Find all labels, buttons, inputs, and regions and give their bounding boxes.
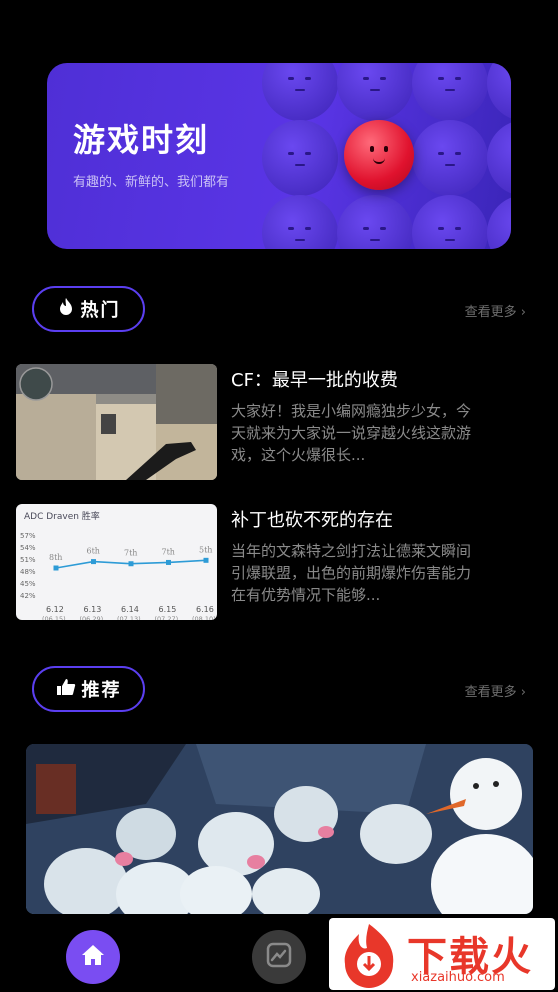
hot-section-label: 热门 [80,300,121,321]
promo-banner[interactable]: 游戏时刻 有趣的、新鲜的、我们都有 [47,63,511,249]
y-tick-label: 57% [20,532,36,540]
rank-label: 6th [87,547,100,556]
cf-game-thumbnail [16,364,217,480]
news-item-cf[interactable]: CF：最早一批的收费 大家好！我是小编网瘾独步少女，今天就来为大家说一说穿越火线… [16,364,542,480]
data-point [91,559,96,565]
rank-label: 8th [49,553,62,562]
watermark-logo-icon [344,924,394,988]
x-subtick-label: (06.15) [42,615,66,620]
y-tick-label: 42% [20,592,36,600]
recommend-section-pill: 推荐 [32,666,145,712]
winrate-line-chart: 57%54%51%48%45%42%8th6.12(06.15)6th6.13(… [20,532,216,620]
x-subtick-label: (08.10) [192,615,216,620]
x-tick-label: 6.12 [46,605,64,614]
flame-icon [57,297,75,321]
data-point [128,561,134,567]
y-tick-label: 54% [20,544,36,552]
y-tick-label: 45% [20,580,36,588]
news-item-draven[interactable]: ADC Draven 胜率 57% 54% 51% 48% 45% 42% 8th 6.12(… [16,504,542,620]
rank-label: 7th [124,549,137,558]
image-gallery-icon [266,942,292,972]
home-icon [80,943,106,971]
gallery-tab-button[interactable] [252,930,306,984]
hot-section-pill: 热门 [32,286,145,332]
y-tick-label: 51% [20,556,36,564]
hot-see-more-link[interactable]: 查看更多 › [465,301,526,320]
x-tick-label: 6.14 [121,605,139,614]
thumbs-up-icon [56,678,76,700]
x-tick-label: 6.13 [84,605,102,614]
news-title: CF：最早一批的收费 [231,370,398,391]
watermark-url: xiazaihuo.com [411,970,505,985]
news-title: 补丁也砍不死的存在 [231,510,393,531]
red-ball-mascot [344,120,414,190]
recommend-section-label: 推荐 [81,680,122,701]
rank-label: 7th [162,547,175,556]
winrate-chart-thumbnail: ADC Draven 胜率 57% 54% 51% 48% 45% 42% 8th 6.12(… [16,504,217,620]
x-subtick-label: (07.13) [117,615,141,620]
y-tick-label: 48% [20,568,36,576]
recommended-poro-image[interactable] [26,744,533,914]
site-watermark: 下载火 xiazaihuo.com [329,918,555,990]
home-tab-button[interactable] [66,930,120,984]
rank-label: 5th [199,545,212,554]
recommend-see-more-link[interactable]: 查看更多 › [465,681,526,700]
data-point [166,559,171,565]
x-subtick-label: (06.29) [80,615,104,620]
banner-subtitle: 有趣的、新鲜的、我们都有 [73,175,230,190]
news-description: 大家好！我是小编网瘾独步少女，今天就来为大家说一说穿越火线这款游戏，这个火爆很长… [231,402,472,464]
x-subtick-label: (07.27) [155,615,179,620]
news-description: 当年的文森特之剑打法让德莱文瞬间引爆联盟，出色的前期爆炸伤害能力在有优势情况下能… [231,542,472,604]
banner-title: 游戏时刻 [73,121,210,159]
data-point [53,565,59,571]
data-point [203,557,209,563]
x-tick-label: 6.16 [196,605,214,614]
x-tick-label: 6.15 [159,605,177,614]
